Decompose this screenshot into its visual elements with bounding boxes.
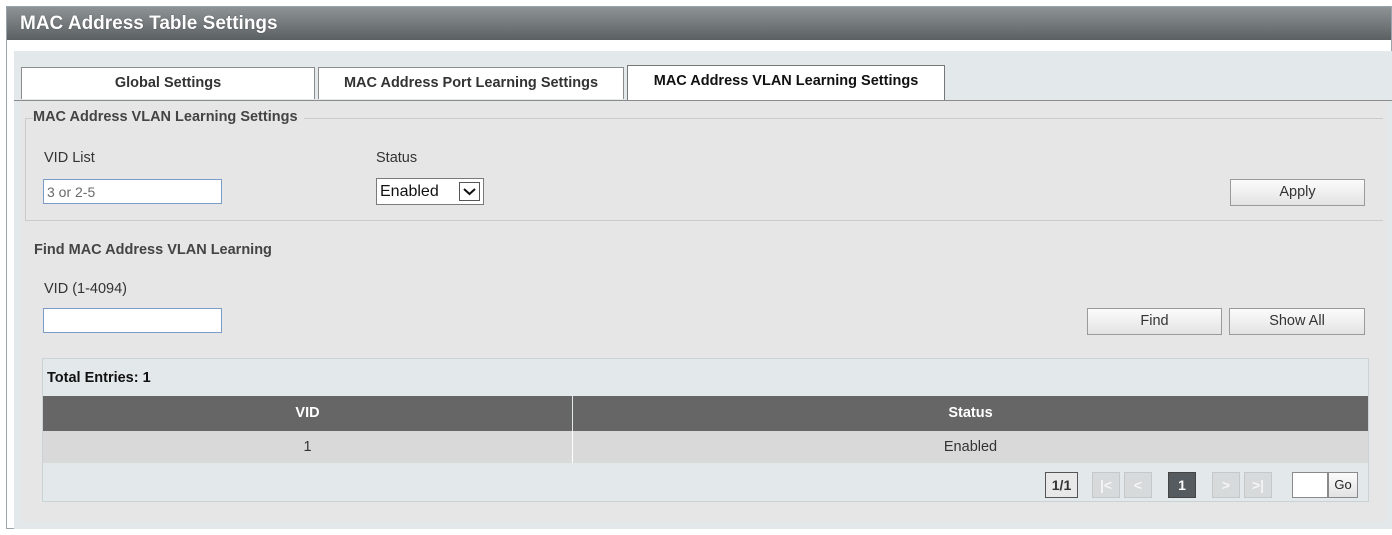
column-header-vid: VID: [295, 405, 320, 421]
tab-container: Global Settings MAC Address Port Learnin…: [14, 51, 1392, 529]
cell-vid: 1: [303, 439, 312, 455]
status-select-value: Enabled: [380, 183, 439, 200]
column-header-status: Status: [948, 405, 993, 421]
settings-legend: MAC Address VLAN Learning Settings: [33, 109, 304, 125]
page-title: MAC Address Table Settings: [7, 7, 1391, 40]
table-header: VID Status: [43, 396, 1368, 431]
next-page-button[interactable]: >: [1212, 472, 1240, 498]
table-row: 1 Enabled: [43, 431, 1368, 463]
first-page-button[interactable]: |<: [1092, 472, 1120, 498]
tab-port-learning-settings[interactable]: MAC Address Port Learning Settings: [318, 67, 624, 99]
main-panel: MAC Address Table Settings Global Settin…: [6, 6, 1392, 529]
apply-button[interactable]: Apply: [1230, 179, 1365, 206]
find-button[interactable]: Find: [1087, 308, 1222, 335]
last-page-button[interactable]: >|: [1244, 472, 1272, 498]
current-page-button[interactable]: 1: [1168, 472, 1196, 498]
go-button[interactable]: Go: [1328, 472, 1358, 498]
vid-list-label: VID List: [44, 150, 95, 166]
total-entries: Total Entries: 1: [47, 370, 151, 386]
prev-page-button[interactable]: <: [1124, 472, 1152, 498]
tab-vlan-learning-settings[interactable]: MAC Address VLAN Learning Settings: [627, 65, 945, 100]
tab-global-settings[interactable]: Global Settings: [21, 67, 315, 99]
chevron-down-icon[interactable]: [459, 182, 480, 201]
page-info: 1/1: [1045, 472, 1078, 498]
find-heading: Find MAC Address VLAN Learning: [34, 242, 272, 258]
results-table: Total Entries: 1 VID Status 1 Enabled 1/…: [42, 358, 1369, 502]
status-label: Status: [376, 150, 418, 166]
vid-find-input[interactable]: [43, 308, 222, 333]
tab-content: MAC Address VLAN Learning Settings VID L…: [21, 101, 1387, 522]
section-separator: [25, 220, 1383, 221]
fieldset-border-left: [25, 118, 26, 220]
show-all-button[interactable]: Show All: [1229, 308, 1365, 335]
status-select[interactable]: Enabled: [376, 178, 484, 205]
cell-status: Enabled: [943, 439, 998, 455]
vid-list-input[interactable]: [43, 179, 222, 204]
page-number-input[interactable]: [1292, 472, 1328, 498]
vid-range-label: VID (1-4094): [44, 281, 128, 297]
